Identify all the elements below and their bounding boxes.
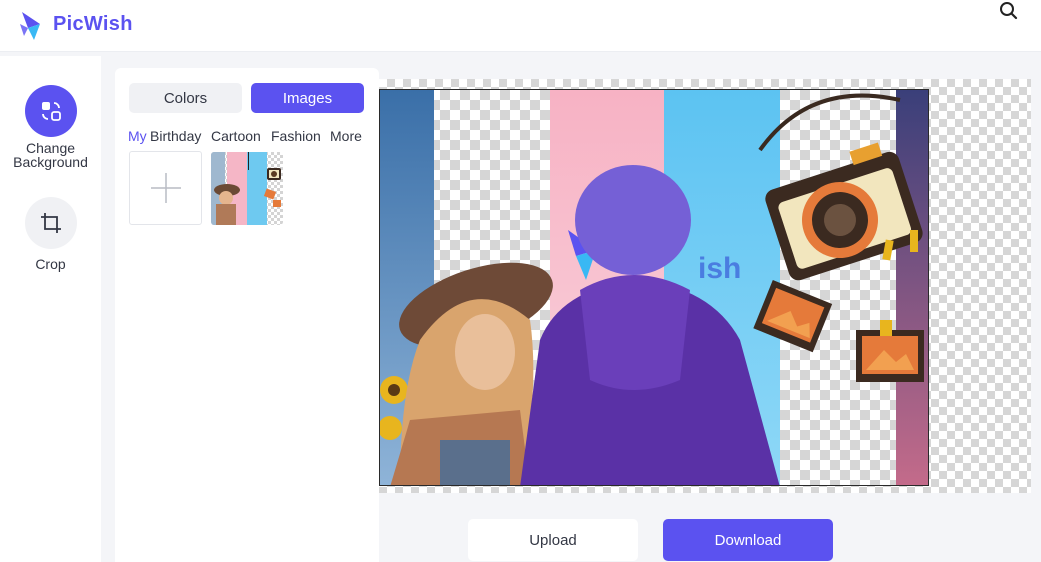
- tab-colors[interactable]: Colors: [129, 83, 242, 113]
- editor-canvas[interactable]: ish: [379, 79, 1031, 493]
- tool-label: Change Background: [13, 140, 88, 170]
- plus-icon: [150, 173, 181, 203]
- category-cartoon[interactable]: Cartoon: [211, 128, 261, 144]
- download-button[interactable]: Download: [663, 519, 833, 561]
- brand-name[interactable]: PicWish: [53, 13, 133, 36]
- tool-crop[interactable]: Crop: [0, 197, 101, 271]
- tool-change-background[interactable]: Change Background: [0, 85, 101, 169]
- tab-images[interactable]: Images: [251, 83, 364, 113]
- background-panel: Colors Images My Birthday Cartoon Fashio…: [115, 68, 379, 562]
- preview-image: ish: [379, 89, 929, 486]
- background-tabs: Colors Images: [129, 83, 365, 113]
- upload-button[interactable]: Upload: [468, 519, 638, 561]
- category-my[interactable]: My: [128, 128, 147, 144]
- category-more[interactable]: More: [330, 128, 362, 144]
- search-icon[interactable]: [997, 0, 1019, 22]
- crop-icon: [24, 197, 77, 249]
- category-fashion[interactable]: Fashion: [271, 128, 321, 144]
- change-background-icon: [24, 85, 77, 137]
- top-bar: PicWish: [0, 0, 1041, 52]
- add-background-button[interactable]: [129, 151, 202, 225]
- category-birthday[interactable]: Birthday: [150, 128, 201, 144]
- svg-text:ish: ish: [698, 252, 741, 285]
- picwish-logo-icon[interactable]: [18, 10, 46, 42]
- tool-label: Crop: [35, 256, 66, 272]
- background-thumbnail[interactable]: [211, 152, 283, 225]
- tool-sidebar: Change Background Crop: [0, 56, 101, 562]
